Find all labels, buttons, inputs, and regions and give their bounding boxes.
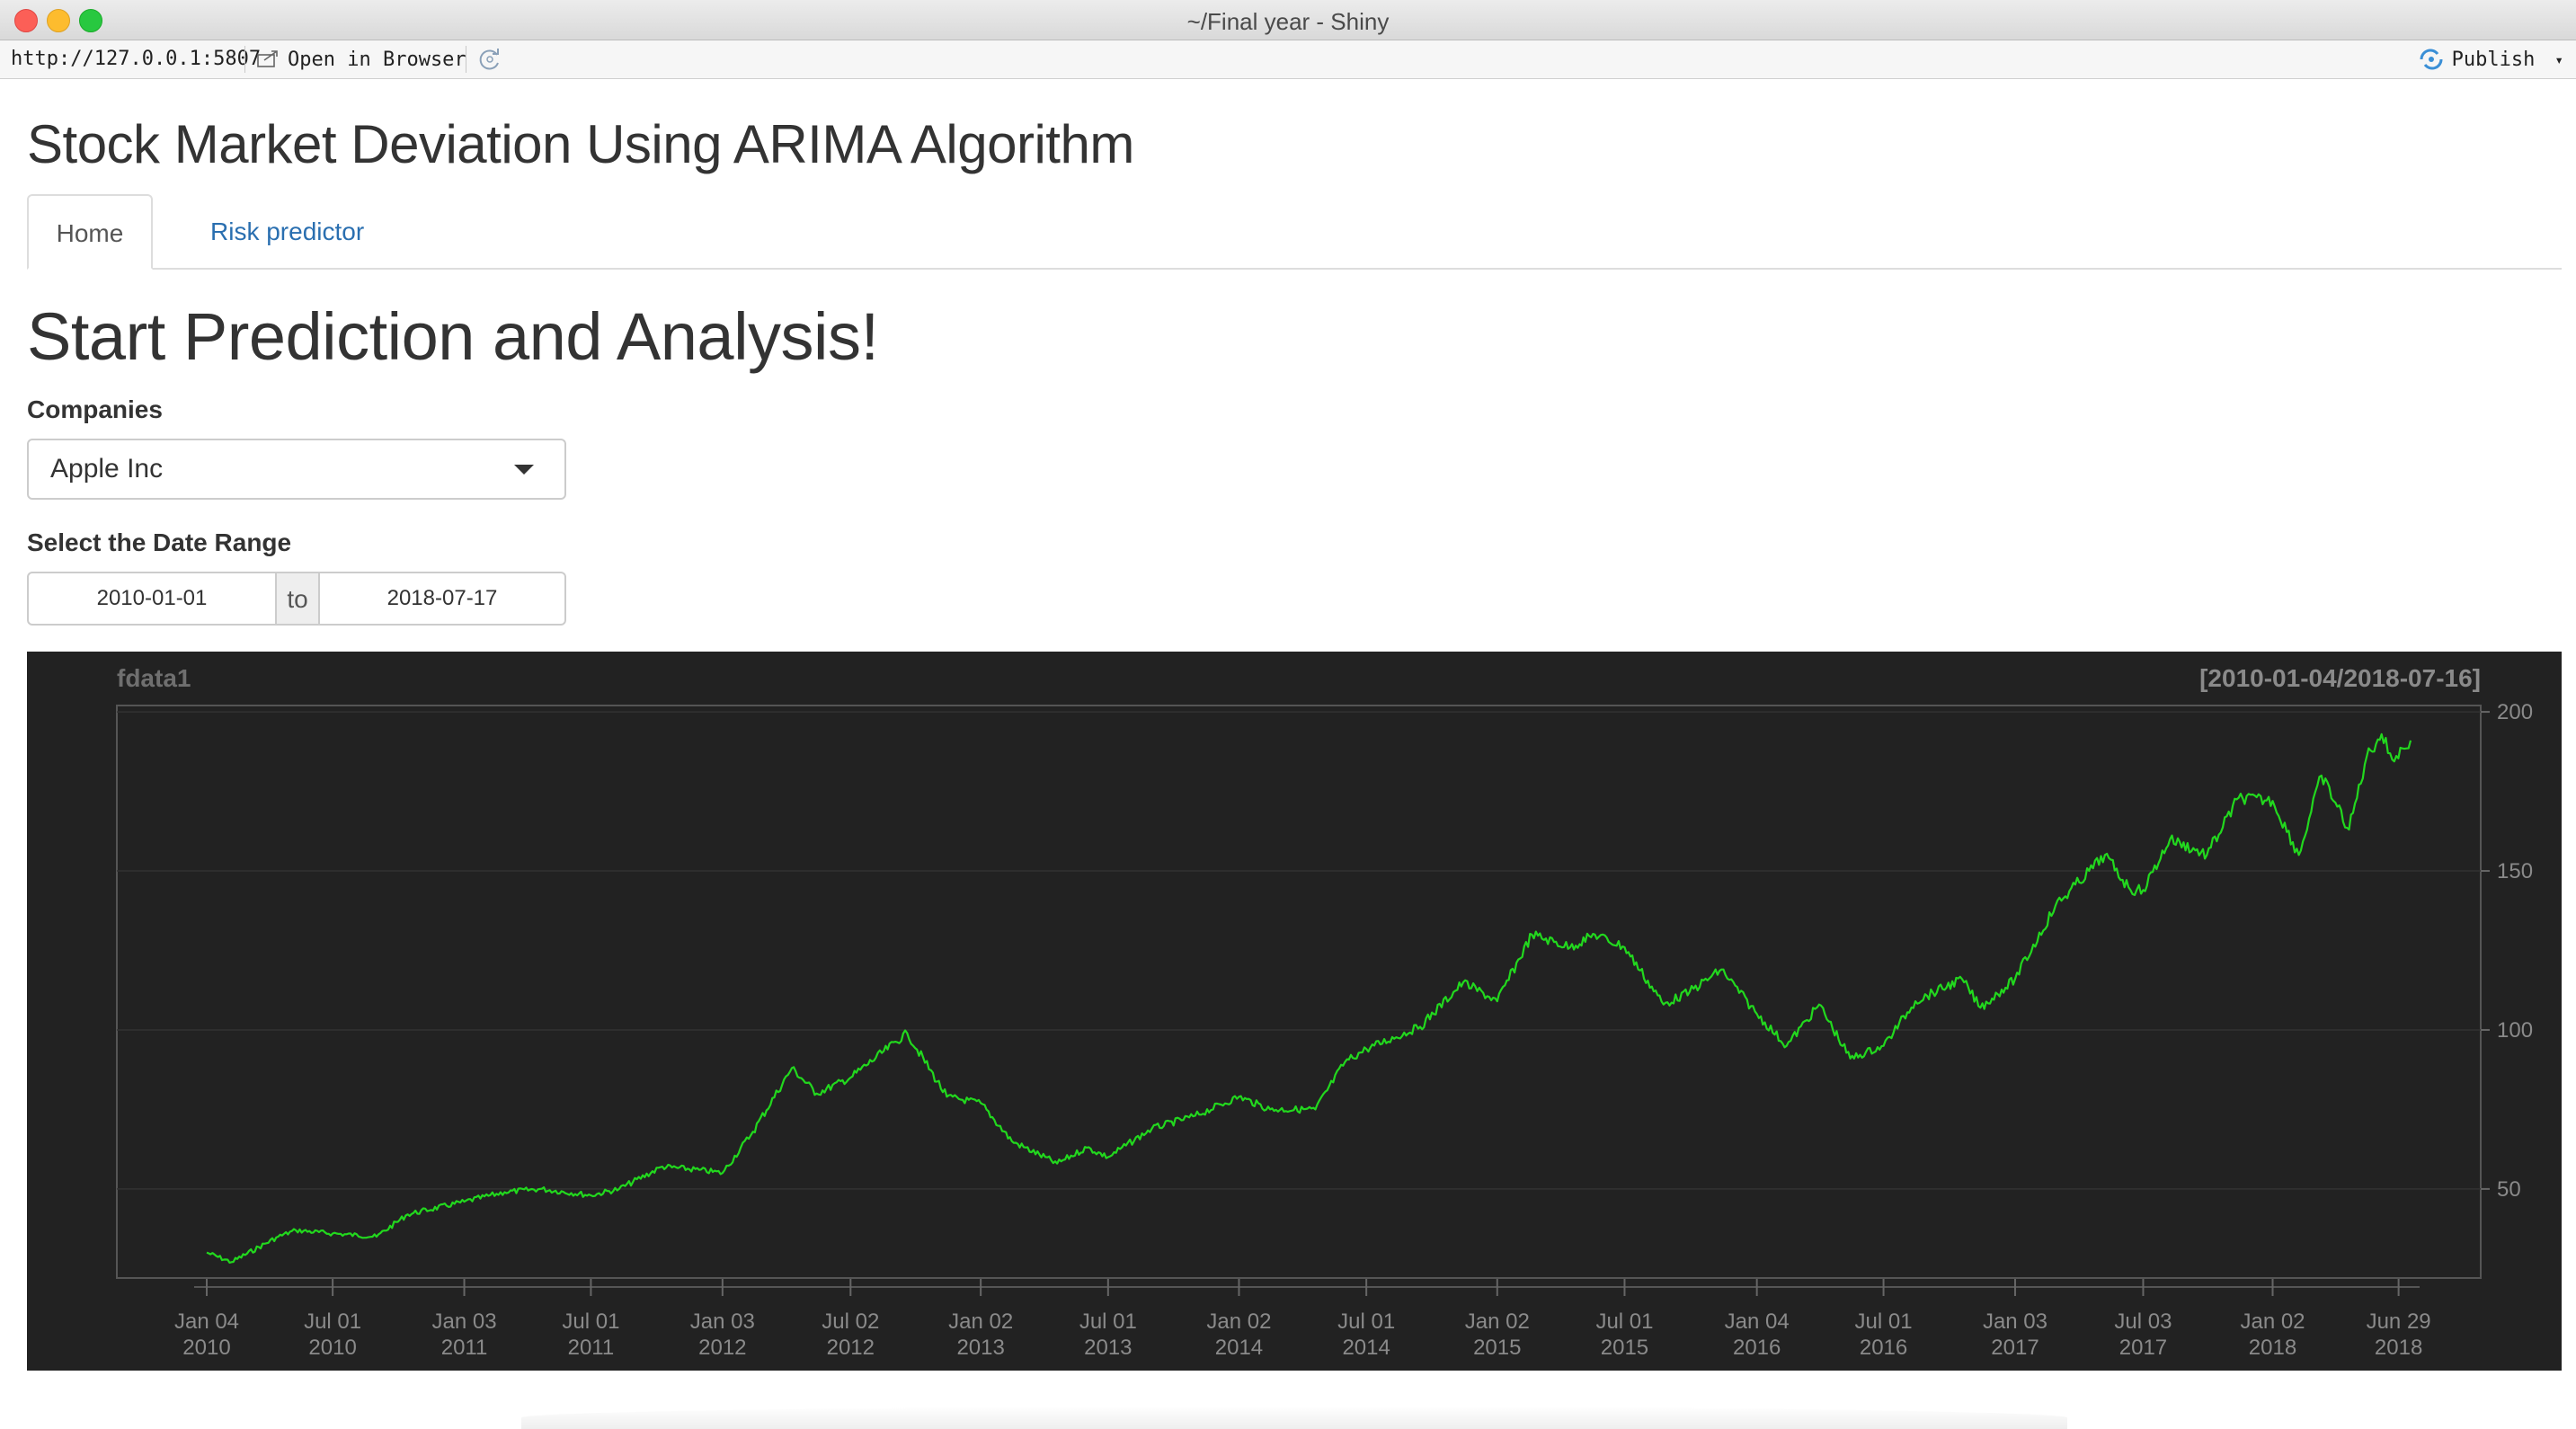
x-tick-year-label: 2010	[182, 1336, 230, 1360]
open-in-browser-icon	[257, 50, 278, 67]
x-tick-label: Jan 02	[1465, 1309, 1530, 1334]
x-tick-year-label: 2016	[1860, 1336, 1907, 1360]
y-tick-label: 100	[2497, 1018, 2533, 1043]
page-heading: Start Prediction and Analysis!	[27, 299, 879, 374]
x-tick-year-label: 2017	[2119, 1336, 2167, 1360]
x-tick-label: Jul 01	[1337, 1309, 1395, 1334]
x-tick-label: Jul 01	[562, 1309, 619, 1334]
tab-home[interactable]: Home	[27, 194, 153, 270]
date-range-label: Select the Date Range	[27, 528, 292, 556]
x-tick-year-label: 2014	[1215, 1336, 1263, 1360]
x-tick-label: Jan 03	[1983, 1309, 2047, 1334]
publish-button[interactable]: Publish ▾	[2418, 46, 2563, 73]
x-tick-label: Jul 01	[304, 1309, 361, 1334]
x-tick-label: Jun 29	[2367, 1309, 2431, 1334]
page-bottom-shadow	[521, 1407, 2067, 1429]
x-tick-label: Jan 04	[174, 1309, 239, 1334]
chart-title: fdata1	[117, 664, 191, 692]
publish-label: Publish	[2451, 48, 2536, 71]
x-tick-label: Jul 01	[1595, 1309, 1653, 1334]
x-tick-year-label: 2018	[2375, 1336, 2422, 1360]
window-title: ~/Final year - Shiny	[1186, 8, 1390, 35]
x-tick-label: Jan 03	[431, 1309, 496, 1334]
tab-risk-predictor[interactable]: Risk predictor	[183, 194, 391, 268]
publish-icon	[2420, 49, 2443, 70]
x-tick-year-label: 2015	[1601, 1336, 1648, 1360]
x-tick-label: Jan 02	[1206, 1309, 1271, 1334]
x-tick-year-label: 2016	[1733, 1336, 1781, 1360]
x-tick-year-label: 2011	[568, 1336, 615, 1360]
x-tick-year-label: 2011	[441, 1336, 488, 1360]
companies-selected-value: Apple Inc	[50, 454, 164, 484]
y-tick-label: 200	[2497, 700, 2533, 724]
date-range-separator: to	[277, 572, 318, 626]
x-tick-label: Jul 01	[1855, 1309, 1913, 1334]
tab-bar: Home Risk predictor	[27, 194, 2562, 270]
dropdown-caret-icon	[514, 465, 534, 475]
x-tick-year-label: 2012	[827, 1336, 875, 1360]
chart-range-label: [2010-01-04/2018-07-16]	[2199, 664, 2481, 692]
date-range-input: 2010-01-01 to 2018-07-17	[27, 572, 566, 626]
date-end-input[interactable]: 2018-07-17	[318, 572, 566, 626]
url-text[interactable]: http://127.0.0.1:5807	[11, 48, 261, 70]
x-tick-label: Jul 03	[2114, 1309, 2172, 1334]
date-start-input[interactable]: 2010-01-01	[27, 572, 277, 626]
app-title: Stock Market Deviation Using ARIMA Algor…	[27, 114, 1134, 174]
x-tick-year-label: 2010	[308, 1336, 356, 1360]
open-in-browser-label: Open in Browser	[288, 48, 466, 71]
toolbar-divider	[244, 46, 245, 73]
plot-frame	[116, 705, 2482, 1279]
price-series-line	[206, 732, 2412, 1264]
x-tick-label: Jan 02	[2240, 1309, 2305, 1334]
x-tick-label: Jul 02	[822, 1309, 879, 1334]
x-tick-year-label: 2013	[956, 1336, 1004, 1360]
companies-label: Companies	[27, 395, 163, 423]
publish-menu-caret-icon[interactable]: ▾	[2554, 51, 2563, 68]
window-titlebar: ~/Final year - Shiny	[0, 0, 2576, 40]
x-tick-label: Jul 01	[1079, 1309, 1137, 1334]
x-tick-year-label: 2018	[2249, 1336, 2296, 1360]
x-tick-year-label: 2013	[1084, 1336, 1132, 1360]
x-tick-year-label: 2017	[1991, 1336, 2039, 1360]
x-tick-year-label: 2015	[1473, 1336, 1521, 1360]
stock-price-chart: 50 100 150 200 Jan 04 2010 Jul 01 2010 Jan 03 201…	[27, 652, 2562, 1371]
x-tick-label: Jan 02	[948, 1309, 1013, 1334]
x-tick-label: Jan 04	[1725, 1309, 1790, 1334]
y-tick-label: 150	[2497, 859, 2533, 883]
x-tick-year-label: 2012	[698, 1336, 746, 1360]
refresh-icon[interactable]	[476, 46, 503, 73]
chart-svg: 50100150200Jan 042010Jul 012010Jan 03201…	[116, 664, 2533, 1360]
open-in-browser-button[interactable]: Open in Browser	[255, 46, 466, 73]
x-tick-label: Jan 03	[690, 1309, 755, 1334]
companies-select[interactable]: Apple Inc	[27, 439, 566, 500]
y-tick-label: 50	[2497, 1177, 2521, 1202]
viewer-toolbar: http://127.0.0.1:5807 Open in Browser Pu…	[0, 40, 2576, 79]
x-tick-year-label: 2014	[1342, 1336, 1390, 1360]
